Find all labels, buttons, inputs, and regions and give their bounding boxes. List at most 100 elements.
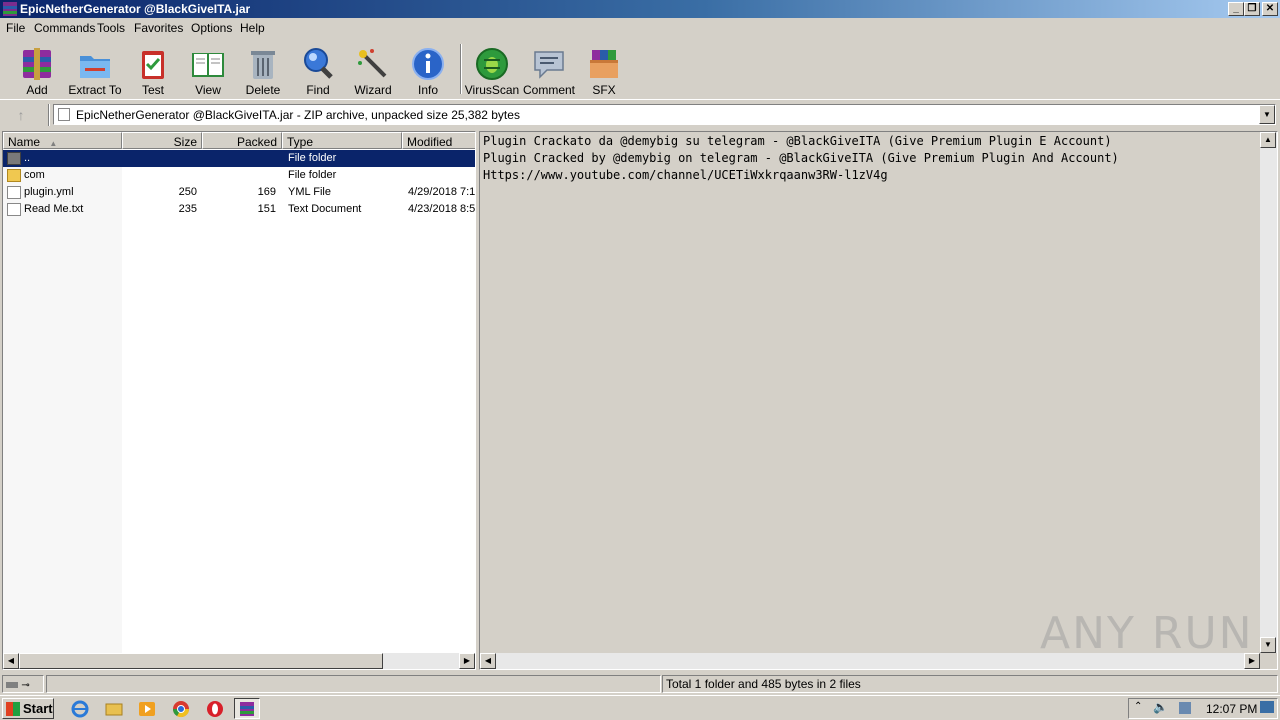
arrow-up-icon: ▲ — [1264, 135, 1272, 144]
file-type: YML File — [288, 186, 331, 198]
add-archive-icon — [23, 48, 51, 80]
sfx-box-icon — [590, 50, 618, 78]
archive-path-field[interactable]: EpicNetherGenerator @BlackGiveITA.jar - … — [53, 104, 1276, 125]
wizard-button[interactable]: Wizard — [343, 44, 403, 97]
opera-icon[interactable] — [205, 699, 225, 718]
info-label: Info — [417, 83, 438, 97]
toolbar: Add Extract To Test View Delete Find Wiz… — [0, 38, 1280, 100]
key-icon: ⊸ — [21, 680, 30, 691]
address-separator — [48, 104, 50, 126]
view-label: View — [195, 83, 221, 97]
menu-file[interactable]: File — [6, 21, 25, 35]
sfx-button[interactable]: SFX — [574, 44, 634, 97]
find-button[interactable]: Find — [288, 44, 348, 97]
wand-icon — [358, 49, 387, 78]
column-header-packed[interactable]: Packed — [202, 132, 282, 149]
menu-commands[interactable]: Commands — [34, 21, 95, 35]
chrome-icon[interactable] — [171, 699, 191, 718]
column-header-modified[interactable]: Modified — [402, 132, 475, 149]
menu-help[interactable]: Help — [240, 21, 265, 35]
scroll-down-button[interactable]: ▼ — [1260, 637, 1276, 653]
menu-tools[interactable]: Tools — [97, 21, 125, 35]
delete-button[interactable]: Delete — [233, 44, 293, 97]
comment-vscrollbar[interactable]: ▲ ▼ — [1260, 132, 1277, 653]
restore-button[interactable]: ❐ — [1244, 2, 1260, 16]
table-row[interactable]: plugin.yml 250 169 YML File 4/29/2018 7:… — [3, 184, 475, 201]
winrar-app-icon — [3, 2, 17, 16]
status-pane-empty — [46, 675, 661, 693]
arrow-down-icon: ▼ — [1264, 640, 1272, 649]
extract-folder-icon — [80, 56, 110, 78]
info-button[interactable]: Info — [398, 44, 458, 97]
add-label: Add — [26, 83, 48, 97]
drive-icon — [6, 682, 18, 688]
start-button[interactable]: Start — [2, 698, 54, 719]
status-summary: Total 1 folder and 485 bytes in 2 files — [662, 675, 1278, 693]
view-button[interactable]: View — [178, 44, 238, 97]
comment-label: Comment — [522, 83, 575, 97]
find-label: Find — [306, 83, 330, 97]
taskbar-clock[interactable]: 12:07 PM — [1206, 702, 1257, 716]
column-header-size-label: Size — [173, 135, 197, 149]
column-header-type[interactable]: Type — [282, 132, 402, 149]
file-modified: 4/29/2018 7:1 — [408, 186, 475, 198]
internet-explorer-icon[interactable] — [70, 699, 90, 718]
extract-to-button[interactable]: Extract To — [65, 44, 125, 97]
media-player-icon[interactable] — [137, 699, 157, 718]
test-button[interactable]: Test — [123, 44, 183, 97]
chevron-down-icon: ▼ — [1263, 110, 1271, 119]
file-icon — [7, 186, 21, 199]
file-size: 235 — [178, 203, 197, 215]
file-name: com — [24, 169, 45, 181]
column-header-size[interactable]: Size — [122, 132, 202, 149]
close-button[interactable]: ✕ — [1262, 2, 1278, 16]
test-clipboard-icon — [142, 51, 164, 79]
network-icon[interactable] — [1179, 702, 1191, 714]
file-list-hscrollbar[interactable]: ◀ ▶ — [3, 653, 475, 669]
menu-favorites[interactable]: Favorites — [134, 21, 183, 35]
menu-bar: File Commands Tools Favorites Options He… — [0, 18, 1280, 38]
tray-expand-icon[interactable]: ⌃ — [1134, 701, 1142, 712]
comment-line: Plugin Cracked by @demybig on telegram -… — [483, 151, 1119, 165]
winrar-taskbar-button[interactable] — [234, 698, 260, 719]
sort-ascending-icon: ▲ — [49, 139, 58, 148]
scroll-right-button[interactable]: ▶ — [459, 653, 475, 669]
table-row[interactable]: Read Me.txt 235 151 Text Document 4/23/2… — [3, 201, 475, 218]
scroll-left-button[interactable]: ◀ — [3, 653, 19, 669]
up-one-level-button[interactable]: ↑ — [12, 106, 30, 124]
address-bar: ↑ EpicNetherGenerator @BlackGiveITA.jar … — [0, 101, 1280, 128]
file-list-panel[interactable]: Name ▲ Size Packed Type Modified .. File… — [2, 131, 476, 670]
folder-icon — [7, 169, 21, 182]
minimize-button[interactable]: _ — [1228, 2, 1244, 16]
scroll-up-button[interactable]: ▲ — [1260, 132, 1276, 148]
file-packed: 151 — [257, 203, 276, 215]
scroll-thumb[interactable] — [19, 653, 383, 669]
text-file-icon — [7, 203, 21, 216]
add-button[interactable]: Add — [7, 44, 67, 97]
virusscan-button[interactable]: VirusScan — [462, 44, 522, 97]
comment-line: Https://www.youtube.com/channel/UCETiWxk… — [483, 168, 888, 182]
menu-options[interactable]: Options — [191, 21, 232, 35]
scroll-left-button[interactable]: ◀ — [480, 653, 496, 669]
view-book-icon — [192, 53, 224, 77]
table-row[interactable]: com File folder — [3, 167, 475, 184]
comment-button[interactable]: Comment — [519, 44, 579, 97]
file-explorer-icon[interactable] — [104, 699, 124, 718]
sfx-label: SFX — [592, 83, 616, 97]
table-row[interactable]: .. File folder — [3, 150, 475, 167]
window-title: EpicNetherGenerator @BlackGiveITA.jar — [20, 2, 251, 16]
file-type: Text Document — [288, 203, 362, 215]
arrow-left-icon: ◀ — [484, 656, 492, 665]
column-header-modified-label: Modified — [407, 135, 453, 149]
delete-label: Delete — [245, 83, 281, 97]
name-column-background — [3, 149, 122, 654]
magnifier-icon — [304, 48, 333, 79]
status-bar: ⊸ Total 1 folder and 485 bytes in 2 file… — [0, 673, 1280, 694]
column-header-type-label: Type — [287, 135, 314, 149]
column-header-name[interactable]: Name ▲ — [3, 132, 122, 149]
archive-file-icon — [58, 108, 70, 121]
show-desktop-icon[interactable] — [1260, 701, 1274, 713]
path-dropdown-button[interactable]: ▼ — [1259, 105, 1275, 124]
archive-comment-panel[interactable]: Plugin Crackato da @demybig su telegram … — [479, 131, 1278, 670]
volume-icon[interactable]: 🔈 — [1153, 700, 1168, 714]
